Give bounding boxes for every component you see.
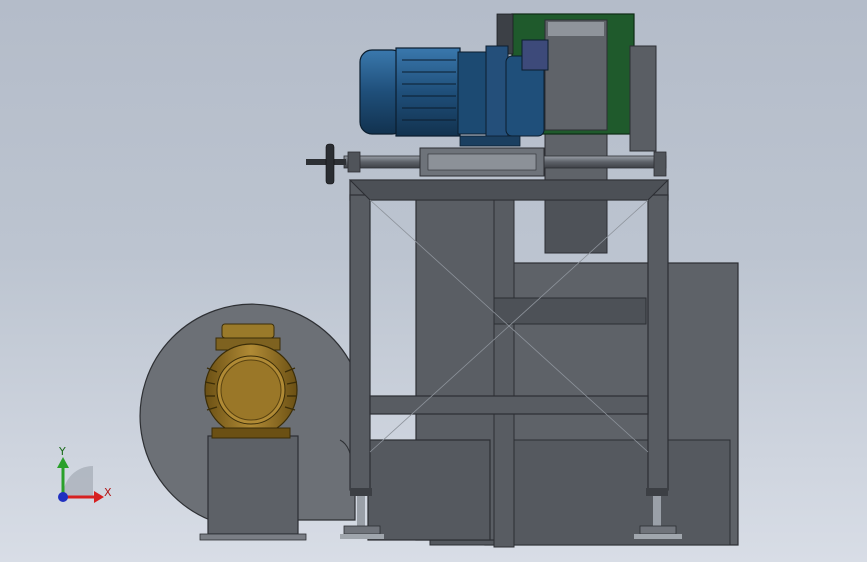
adjust-shaft[interactable] [343,147,667,177]
right-beams [493,297,647,325]
center-post [493,194,515,548]
lower-duct-box [367,439,491,541]
y-axis-label: Y [58,445,66,458]
handwheel-icon[interactable] [306,143,346,185]
coordinate-triad [57,457,104,503]
fan-motor-stand [199,435,307,541]
cad-viewport[interactable]: Y X [0,0,867,562]
assembly-drawing[interactable]: Y X [0,0,867,562]
x-axis-label: X [104,486,112,499]
drive-motor [359,39,549,147]
